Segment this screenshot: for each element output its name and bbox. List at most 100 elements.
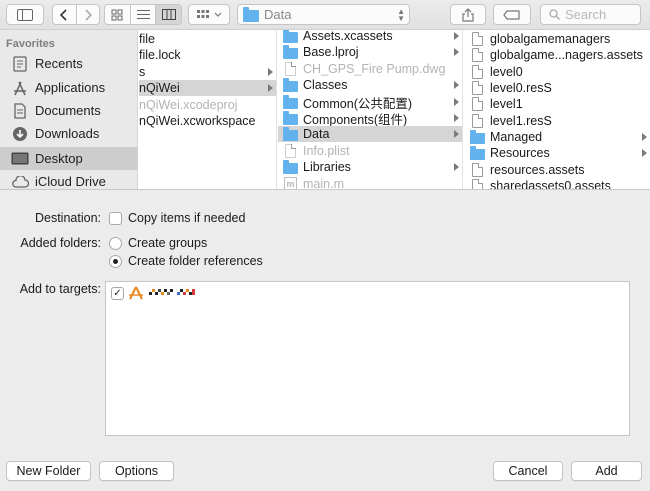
disclosure-arrow-icon [454,81,459,89]
sidebar-icon [17,8,33,21]
list-item[interactable]: nQiWei.xcworkspace [139,113,276,129]
tag-icon [503,9,520,20]
search-field[interactable]: Search [540,4,641,25]
list-item[interactable]: nQiWei [139,80,276,96]
list-item[interactable]: Base.lproj [278,44,462,60]
icon-view-button[interactable] [105,5,131,24]
item-label: file.lock [139,48,181,62]
sidebar-item-icloud-drive[interactable]: iCloud Drive [0,170,138,189]
item-label: resources.assets [490,163,585,177]
target-name-pixel-icon [149,289,195,295]
list-item[interactable]: resources.assets [464,162,650,178]
copy-items-checkbox[interactable]: Copy items if needed [109,211,245,225]
list-item[interactable]: globalgamemanagers [464,31,650,47]
sidebar-item-desktop[interactable]: Desktop [0,147,138,170]
list-item[interactable]: Libraries [278,159,462,175]
list-item[interactable]: Resources [464,145,650,161]
column-view-button[interactable] [156,5,181,24]
item-label: sharedassets0.assets [490,179,611,190]
add-to-targets-label: Add to targets: [19,282,101,296]
back-button[interactable] [53,5,77,24]
item-label: Base.lproj [303,45,359,59]
grid-arrange-icon [197,9,209,18]
list-item[interactable]: level0 [464,64,650,80]
options-button[interactable]: Options [99,461,174,481]
list-item[interactable]: Assets.xcassets [278,30,462,44]
add-button[interactable]: Add [571,461,642,481]
share-button[interactable] [450,4,486,25]
create-folder-references-radio[interactable]: Create folder references [109,254,263,268]
list-item[interactable]: Components(组件) [278,110,462,127]
list-item[interactable]: sharedassets0.assets [464,178,650,190]
list-item[interactable]: file.lock [139,47,276,63]
list-item[interactable]: s [139,64,276,80]
updown-chevron-icon: ▲ ▼ [397,7,405,23]
list-item[interactable]: Classes [278,77,462,93]
cancel-button[interactable]: Cancel [493,461,563,481]
app-target-icon [129,286,143,300]
item-label: Info.plist [303,144,350,158]
item-label: Assets.xcassets [303,30,393,43]
folder-icon [283,30,298,43]
applications-icon [11,79,29,97]
list-item[interactable]: Data [278,126,462,142]
list-item[interactable]: level1 [464,96,650,112]
new-folder-button[interactable]: New Folder [6,461,91,481]
item-label: Resources [490,146,550,160]
list-item[interactable]: globalgame...nagers.assets [464,47,650,63]
item-label: nQiWei.xcodeproj [139,98,238,112]
folder-icon [470,145,485,160]
list-item[interactable]: nQiWei.xcodeproj [139,97,276,113]
create-groups-radio[interactable]: Create groups [109,236,207,250]
document-icon [470,163,485,177]
target-row[interactable]: ✓ [111,286,200,300]
item-label: s [139,65,146,79]
document-icon [470,81,485,95]
item-label: Managed [490,130,543,144]
checkbox-box [109,211,122,225]
sidebar-toggle-button[interactable] [6,4,44,25]
disclosure-arrow-icon [642,133,647,141]
list-item[interactable]: level1.resS [464,113,650,129]
chevron-right-icon [85,8,92,21]
disclosure-arrow-icon [268,68,273,76]
sidebar-item-label: Desktop [35,151,83,166]
list-item[interactable]: level0.resS [464,80,650,96]
radio-button [109,236,122,250]
target-checkbox[interactable]: ✓ [111,286,124,300]
forward-button[interactable] [77,5,100,24]
group-by-button[interactable] [188,4,230,25]
list-item[interactable]: CH_GPS_Fire Pump.dwg [278,61,462,77]
item-label: CH_GPS_Fire Pump.dwg [303,62,446,76]
sidebar-item-documents[interactable]: Documents [0,99,138,122]
list-item[interactable]: m main.m [278,176,462,189]
sidebar-item-recents[interactable]: Recents [0,52,138,75]
destination-label: Destination: [34,211,101,225]
desktop-icon [11,150,29,168]
item-label: Libraries [303,160,351,174]
browser-column-1: file file.lock s nQiWei nQiWei.xcodeproj… [139,30,277,189]
sidebar-item-applications[interactable]: Applications [0,76,138,99]
m-file-icon: m [283,177,298,189]
list-view-button[interactable] [131,5,157,24]
list-item[interactable]: Info.plist [278,143,462,159]
item-label: level1.resS [490,114,552,128]
item-label: Components(组件) [303,112,408,127]
document-icon [470,97,485,111]
disclosure-arrow-icon [454,130,459,138]
sidebar-item-label: Downloads [35,126,100,141]
tags-button[interactable] [493,4,531,25]
item-label: nQiWei.xcworkspace [139,114,256,128]
sidebar-item-downloads[interactable]: Downloads [0,122,138,145]
sidebar-item-label: Applications [35,80,106,95]
folder-icon [243,6,259,22]
browser-column-3: globalgamemanagers globalgame...nagers.a… [464,30,650,190]
item-label: level1 [490,97,523,111]
folder-icon [283,159,298,174]
radio-button-selected [109,254,122,268]
list-item[interactable]: file [139,31,276,47]
grid-icon [111,9,123,20]
disclosure-arrow-icon [454,163,459,171]
list-item[interactable]: Managed [464,129,650,145]
path-popup[interactable]: Data ▲ ▼ [237,4,410,25]
